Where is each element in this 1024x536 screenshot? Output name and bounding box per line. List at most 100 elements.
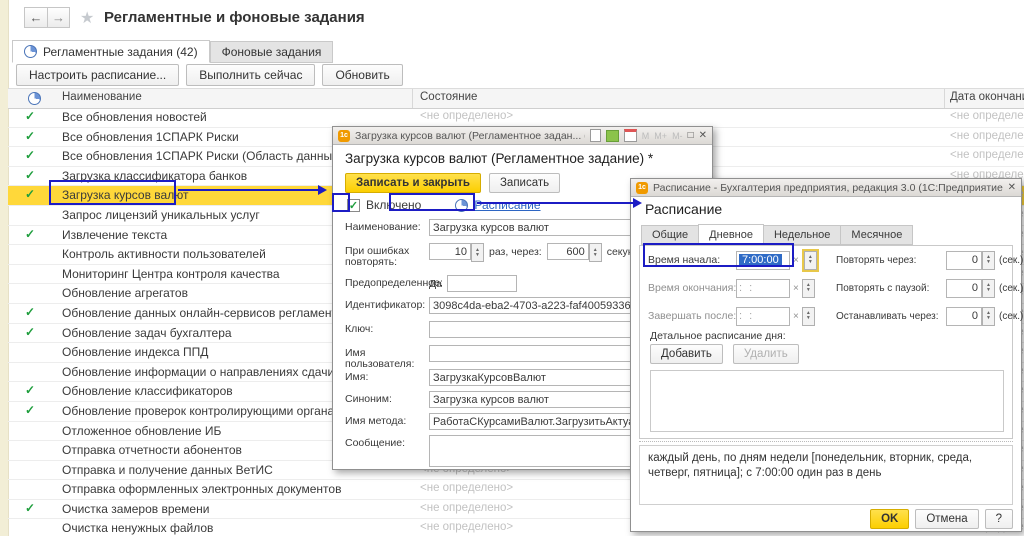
- retry-count-stepper[interactable]: ▲▼: [471, 243, 484, 262]
- detail-schedule-list[interactable]: [650, 370, 1004, 432]
- pause-field[interactable]: 0: [946, 279, 982, 298]
- finish-after-field[interactable]: : :: [736, 307, 790, 326]
- ok-button[interactable]: OK: [870, 509, 909, 529]
- sysname-label: Имя:: [345, 369, 429, 383]
- run-now-button[interactable]: Выполнить сейчас: [186, 64, 315, 86]
- end-time-stepper[interactable]: ▲▼: [802, 279, 815, 298]
- memory-mminus-button[interactable]: М-: [672, 131, 683, 141]
- end-time-value: : :: [739, 282, 754, 294]
- task-name: Извлечение текста: [62, 228, 167, 242]
- tab-general[interactable]: Общие: [641, 225, 699, 245]
- state-cell: <не определено>: [420, 521, 513, 533]
- task-name: Отложенное обновление ИБ: [62, 424, 221, 438]
- save-and-close-button[interactable]: Записать и закрыть: [345, 173, 481, 193]
- check-icon: ✓: [22, 501, 38, 515]
- repeat-label: Повторять через:: [836, 255, 942, 266]
- table-row[interactable]: ✓Все обновления новостей<не определено><…: [8, 108, 1024, 128]
- end-time-field[interactable]: : :: [736, 279, 790, 298]
- configure-schedule-button[interactable]: Настроить расписание...: [16, 64, 179, 86]
- schedule-dialog: 1c Расписание - Бухгалтерия предприятия,…: [630, 178, 1022, 532]
- key-label: Ключ:: [345, 321, 429, 335]
- forward-button[interactable]: →: [47, 7, 70, 28]
- back-button[interactable]: ←: [24, 7, 47, 28]
- column-divider[interactable]: [412, 89, 413, 108]
- favorite-star-icon[interactable]: ★: [80, 8, 94, 28]
- clear-icon[interactable]: ×: [793, 283, 799, 294]
- task-name: Обновление индекса ППД: [62, 345, 208, 359]
- sec-suffix: (сек.): [999, 311, 1023, 322]
- tab-weekly[interactable]: Недельное: [763, 225, 841, 245]
- maximize-icon[interactable]: □: [688, 130, 694, 141]
- tab-background-jobs[interactable]: Фоновые задания: [210, 41, 334, 63]
- stop-field[interactable]: 0: [946, 307, 982, 326]
- task-name: Обновление агрегатов: [62, 286, 188, 300]
- check-icon: ✓: [22, 325, 38, 339]
- refresh-button[interactable]: Обновить: [322, 64, 402, 86]
- end-time-row: Время окончания: : : × ▲▼: [648, 278, 815, 298]
- help-button[interactable]: ?: [985, 509, 1013, 529]
- enabled-checkbox[interactable]: ✓: [347, 199, 360, 212]
- predefined-field[interactable]: [447, 275, 517, 292]
- save-button[interactable]: Записать: [489, 173, 560, 193]
- task-name: Мониторинг Центра контроля качества: [62, 267, 280, 281]
- finish-after-stepper[interactable]: ▲▼: [802, 307, 815, 326]
- task-name: Обновление классификаторов: [62, 384, 233, 398]
- retry-interval-stepper[interactable]: ▲▼: [589, 243, 602, 262]
- column-divider[interactable]: [944, 89, 945, 108]
- memory-mplus-button[interactable]: М+: [654, 131, 667, 141]
- page-icon[interactable]: [590, 129, 601, 142]
- predefined-row: Предопределенное: Да: [345, 275, 517, 292]
- jobs-toolbar: Настроить расписание... Выполнить сейчас…: [16, 64, 403, 86]
- column-name[interactable]: Наименование: [62, 91, 142, 103]
- schedule-clock-icon: [455, 199, 468, 212]
- repeat-stepper[interactable]: ▲▼: [982, 251, 995, 270]
- schedule-summary: каждый день, по дням недели [понедельник…: [639, 445, 1013, 505]
- task-name: Отправка оформленных электронных докумен…: [62, 482, 341, 496]
- task-name: Отправка и получение данных ВетИС: [62, 463, 273, 477]
- close-icon[interactable]: ✕: [699, 130, 707, 141]
- delete-button[interactable]: Удалить: [733, 344, 799, 364]
- column-end-date[interactable]: Дата окончания: [950, 91, 1024, 103]
- check-icon: ✓: [22, 109, 38, 123]
- clear-icon[interactable]: ×: [793, 311, 799, 322]
- detail-schedule-label: Детальное расписание дня:: [650, 330, 786, 342]
- table-header: Наименование Состояние Дата окончания: [8, 88, 1024, 109]
- tab-label: Регламентные задания (42): [43, 45, 198, 59]
- tab-monthly[interactable]: Месячное: [840, 225, 913, 245]
- end-date-cell: <не определено>: [950, 130, 1024, 142]
- schedule-link[interactable]: Расписание: [474, 198, 540, 212]
- calendar-31-icon[interactable]: [624, 129, 637, 142]
- state-cell: <не определено>: [420, 482, 513, 494]
- add-button[interactable]: Добавить: [650, 344, 723, 364]
- retry-interval-field[interactable]: 600: [547, 243, 589, 260]
- pause-stepper[interactable]: ▲▼: [982, 279, 995, 298]
- stop-stepper[interactable]: ▲▼: [982, 307, 995, 326]
- tab-scheduled-jobs[interactable]: Регламентные задания (42): [12, 40, 210, 63]
- column-state[interactable]: Состояние: [420, 91, 477, 103]
- dialog-title: Загрузка курсов валют (Регламентное зада…: [355, 130, 585, 142]
- daily-tab-panel: Время начала: 7:00:00 × ▲▼ Время окончан…: [639, 245, 1013, 439]
- check-icon: ✓: [22, 227, 38, 241]
- end-date-cell: <не определено>: [950, 110, 1024, 122]
- calendar-green-icon[interactable]: [606, 130, 619, 142]
- retry-count-field[interactable]: 10: [429, 243, 471, 260]
- detail-buttons: Добавить Удалить: [650, 344, 799, 364]
- cancel-button[interactable]: Отмена: [915, 509, 978, 529]
- close-icon[interactable]: ✕: [1008, 182, 1016, 193]
- dialog-titlebar[interactable]: 1c Расписание - Бухгалтерия предприятия,…: [631, 179, 1021, 197]
- start-time-stepper[interactable]: ▲▼: [804, 251, 817, 270]
- tab-daily[interactable]: Дневное: [698, 224, 764, 245]
- clock-icon: [24, 45, 37, 58]
- repeat-field[interactable]: 0: [946, 251, 982, 270]
- 1c-logo-icon: 1c: [338, 130, 350, 142]
- memory-m-button[interactable]: М: [642, 131, 650, 141]
- clear-icon[interactable]: ×: [793, 255, 799, 266]
- task-name: Все обновления новостей: [62, 110, 207, 124]
- dialog-title: Расписание - Бухгалтерия предприятия, ре…: [653, 182, 1003, 194]
- dialog-titlebar[interactable]: 1c Загрузка курсов валют (Регламентное з…: [333, 127, 712, 145]
- titlebar-icons: М М+ М- □ ✕: [590, 129, 707, 142]
- end-time-label: Время окончания:: [648, 282, 732, 294]
- schedule-tabbar: Общие Дневное Недельное Месячное: [641, 224, 912, 245]
- start-time-field[interactable]: 7:00:00: [736, 251, 790, 270]
- page-title: Регламентные и фоновые задания: [104, 9, 365, 26]
